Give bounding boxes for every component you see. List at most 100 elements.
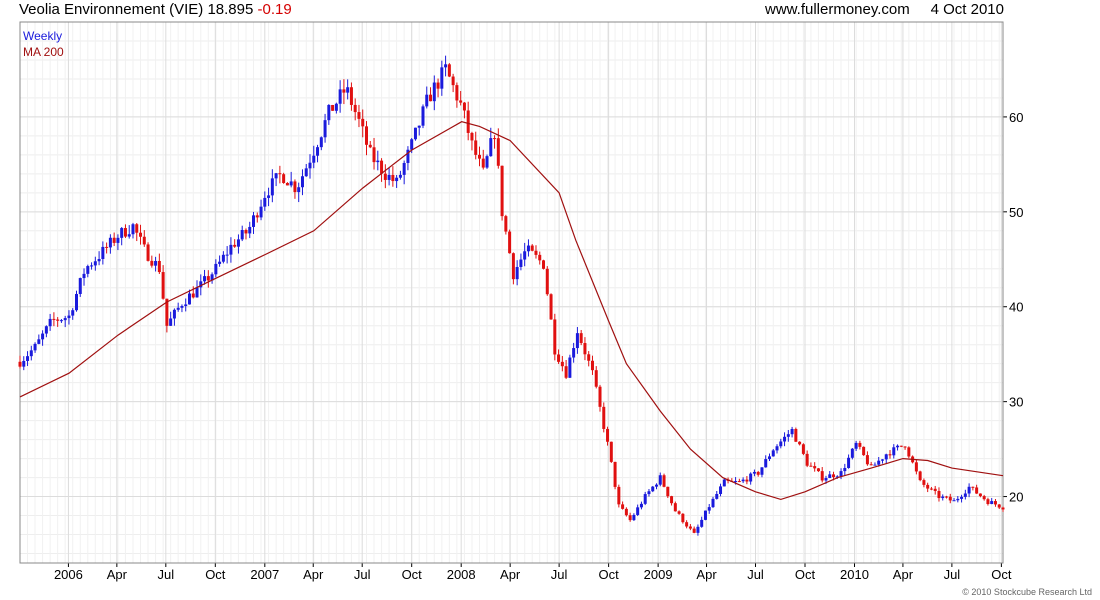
weekly-candle-body bbox=[858, 442, 862, 447]
weekly-candle-body bbox=[248, 226, 252, 234]
x-tick-label: Apr bbox=[696, 567, 717, 582]
weekly-candle-body bbox=[590, 360, 594, 371]
weekly-candle-body bbox=[945, 496, 949, 498]
x-tick-label: 2006 bbox=[54, 567, 83, 582]
weekly-candle-body bbox=[737, 481, 741, 483]
weekly-candle-body bbox=[432, 82, 436, 102]
weekly-candle-body bbox=[877, 460, 881, 465]
weekly-candle-body bbox=[120, 228, 124, 238]
x-tick-label: 2008 bbox=[447, 567, 476, 582]
weekly-candle-body bbox=[647, 491, 651, 495]
weekly-candle-body bbox=[203, 276, 207, 282]
weekly-candle-body bbox=[481, 158, 485, 168]
weekly-candle-body bbox=[444, 64, 448, 68]
weekly-candle-body bbox=[538, 254, 542, 261]
weekly-candle-body bbox=[154, 260, 158, 266]
weekly-candle-body bbox=[169, 318, 173, 326]
weekly-candle-body bbox=[97, 259, 101, 262]
weekly-candle-body bbox=[993, 501, 997, 505]
x-tick-label: Jul bbox=[944, 567, 961, 582]
weekly-candle-body bbox=[74, 293, 78, 311]
weekly-candle-body bbox=[477, 154, 481, 159]
weekly-candle-body bbox=[26, 356, 30, 361]
weekly-candle-body bbox=[413, 127, 417, 140]
weekly-candle-body bbox=[579, 333, 583, 344]
weekly-candle-body bbox=[161, 272, 165, 299]
weekly-candle-body bbox=[752, 471, 756, 474]
weekly-candle-body bbox=[135, 224, 139, 233]
y-tick-label: 30 bbox=[1009, 395, 1023, 410]
weekly-candle-body bbox=[549, 294, 553, 320]
copyright: © 2010 Stockcube Research Ltd bbox=[962, 587, 1092, 597]
weekly-candle-body bbox=[338, 89, 342, 104]
weekly-candle-body bbox=[929, 488, 933, 490]
weekly-candle-body bbox=[334, 103, 338, 111]
weekly-candle-body bbox=[410, 139, 414, 150]
x-tick-label: 2007 bbox=[250, 567, 279, 582]
weekly-candle-body bbox=[105, 246, 109, 248]
weekly-candle-body bbox=[899, 445, 903, 447]
weekly-candle-body bbox=[297, 187, 301, 193]
weekly-candle-body bbox=[677, 511, 681, 514]
weekly-candle-body bbox=[274, 173, 278, 179]
weekly-candle-body bbox=[142, 236, 146, 245]
weekly-candle-body bbox=[794, 428, 798, 442]
weekly-candle-body bbox=[180, 305, 184, 308]
weekly-candle-body bbox=[353, 104, 357, 113]
y-tick-label: 20 bbox=[1009, 490, 1023, 505]
weekly-candle-body bbox=[417, 125, 421, 128]
x-tick-label: Jul bbox=[354, 567, 371, 582]
weekly-candle-body bbox=[779, 441, 783, 447]
weekly-candle-body bbox=[496, 138, 500, 166]
weekly-candle-body bbox=[805, 453, 809, 466]
weekly-candle-body bbox=[967, 486, 971, 494]
weekly-candle-body bbox=[52, 318, 56, 320]
x-tick-label: Apr bbox=[893, 567, 914, 582]
weekly-candle-body bbox=[402, 162, 406, 175]
weekly-candle-body bbox=[225, 254, 229, 256]
weekly-candle-body bbox=[63, 318, 67, 321]
weekly-candle-body bbox=[801, 444, 805, 454]
weekly-candle-body bbox=[59, 320, 63, 322]
weekly-candle-body bbox=[127, 234, 131, 237]
weekly-candle-body bbox=[813, 466, 817, 469]
weekly-candle-body bbox=[252, 215, 256, 227]
weekly-candle-body bbox=[824, 478, 828, 481]
weekly-candle-body bbox=[839, 471, 843, 477]
weekly-candle-body bbox=[436, 82, 440, 89]
weekly-candle-body bbox=[786, 434, 790, 437]
weekly-candle-body bbox=[711, 498, 715, 508]
x-tick-label: 2010 bbox=[840, 567, 869, 582]
weekly-candle-body bbox=[474, 140, 478, 155]
weekly-candle-body bbox=[429, 94, 433, 102]
weekly-candle-body bbox=[395, 177, 399, 182]
weekly-candle-body bbox=[655, 484, 659, 487]
weekly-candle-body bbox=[545, 268, 549, 295]
weekly-candle-body bbox=[244, 230, 248, 234]
weekly-candle-body bbox=[172, 309, 176, 319]
x-tick-label: Apr bbox=[107, 567, 128, 582]
weekly-candle-body bbox=[828, 474, 832, 479]
weekly-candle-body bbox=[873, 464, 877, 466]
weekly-candle-body bbox=[29, 350, 33, 357]
weekly-candle-body bbox=[82, 273, 86, 279]
weekly-candle-body bbox=[515, 267, 519, 280]
weekly-candle-body bbox=[523, 251, 527, 260]
weekly-candle-body bbox=[602, 406, 606, 429]
weekly-candle-body bbox=[184, 304, 188, 306]
weekly-candle-body bbox=[90, 265, 94, 267]
weekly-candle-body bbox=[146, 244, 150, 261]
weekly-candle-body bbox=[948, 496, 952, 501]
weekly-candle-body bbox=[575, 333, 579, 349]
weekly-candle-body bbox=[783, 436, 787, 442]
weekly-candle-body bbox=[372, 147, 376, 163]
weekly-candle-body bbox=[798, 441, 802, 445]
weekly-candle-body bbox=[282, 174, 286, 183]
weekly-candle-body bbox=[116, 237, 120, 243]
weekly-candle-body bbox=[847, 457, 851, 468]
weekly-candle-body bbox=[218, 261, 222, 264]
weekly-candle-body bbox=[542, 260, 546, 269]
weekly-candle-body bbox=[504, 216, 508, 232]
weekly-candle-body bbox=[108, 237, 112, 248]
weekly-candle-body bbox=[493, 138, 497, 140]
